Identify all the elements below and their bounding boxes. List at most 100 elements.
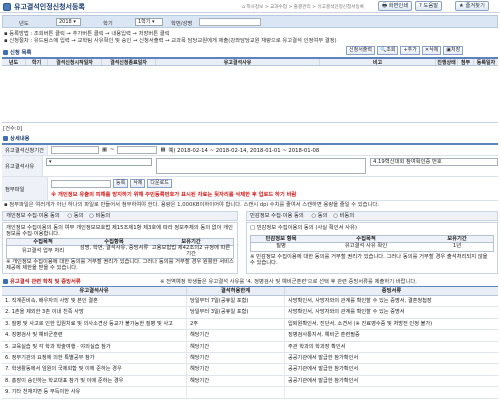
table-row: 1. 직계존비속, 배우자의 사망 및 본인 결혼 당일부터 7일(공휴일 포함)… bbox=[2, 296, 498, 308]
print-screen-button[interactable]: 🖶 화면인쇄 bbox=[378, 1, 413, 11]
table-cell bbox=[285, 387, 498, 397]
download-file-button[interactable]: 다운로드 bbox=[147, 179, 172, 188]
sensitive-consent-box: □ 민감정보 수집이용의 동의 (사실 확인서 사유) 민감정보 항목 수집목적… bbox=[246, 222, 498, 274]
table-cell: 해당기간 bbox=[187, 364, 285, 375]
column-header[interactable]: 비고 bbox=[320, 59, 436, 66]
period-label: 유고결석신청기간 bbox=[2, 145, 48, 155]
table-row: 4. 징병검사 및 예비군훈련 해당기간 징병검사통지서, 예비군 훈련필증 bbox=[2, 330, 498, 342]
table-row: 9. 기타 천재지변 등 부득이한 사유 bbox=[2, 387, 498, 399]
table-cell: 주관 학과의 학과장 확인서 bbox=[288, 343, 346, 350]
table-cell: 1. 직계존비속, 배우자의 사망 및 본인 결혼 bbox=[2, 296, 187, 307]
table-row: 8. 총장이 승인하는 학교대표 참가 및 이에 준하는 경우 해당기간 공공기관에… bbox=[2, 375, 498, 388]
search-bar: 년도 2018 ▾ 학기 1학기 ▾ 학번/성명 bbox=[2, 15, 498, 28]
table-cell: 8. 총장이 승인하는 학교대표 참가 및 이에 준하는 경우 bbox=[2, 375, 187, 387]
attach-file-input[interactable] bbox=[51, 179, 111, 188]
help-button[interactable]: ? 도움말 bbox=[415, 1, 443, 11]
favorite-button[interactable]: ★ 즐겨찾기 bbox=[455, 1, 489, 11]
table-cell: 공공기관에서 발급한 참가확인서 bbox=[288, 354, 359, 361]
print-application-button[interactable]: 신청서출력 bbox=[346, 46, 376, 55]
table-row: 5. 교육실습 및 각 학과 학술여행 · 야외실습 참가 해당기간 주관 학과의 … bbox=[2, 341, 498, 353]
table-cell: 사망확인서, 사망자와의 관계를 확인할 수 있는 증명서 bbox=[288, 309, 405, 316]
breadcrumb-item[interactable]: 출결관리 bbox=[294, 5, 311, 10]
sensitive-disagree-radio[interactable]: ○ 비동의 bbox=[333, 213, 354, 219]
table-cell: 5. 교육실습 및 각 학과 학술여행 · 야외실습 참가 bbox=[2, 341, 187, 352]
attach-label: 첨부파일 bbox=[2, 177, 48, 200]
student-label: 학번/성명 bbox=[171, 21, 193, 27]
table-cell: 6. 정부기관의 요청에 의한 특별공무 참가 bbox=[2, 352, 187, 364]
column-header[interactable]: 첨부 bbox=[458, 59, 474, 66]
personal-consent-table: 수집목적 수집항목 보유기간 유고결석 업무 처리 성명, 학번, 결석사유, … bbox=[6, 238, 234, 259]
rules-table-body: 1. 직계존비속, 배우자의 사망 및 본인 결혼 당일부터 7일(공휴일 포함)… bbox=[2, 296, 498, 399]
add-button[interactable]: +추가 bbox=[400, 46, 420, 55]
table-cell: 입퇴원확인서, 진단서, 소견서 (※ 진료영수증 및 처방전 인정 불가) bbox=[288, 320, 433, 327]
table-row: 7. 학생활동에서 임원의 국제회합 및 이에 준하는 경우 해당기간 공공기관에서… bbox=[2, 364, 498, 376]
year-label: 년도 bbox=[19, 21, 29, 27]
attach-note: ▪ 첨부파일은 여러개가 아닌 하나의 파일로 만들어서 첨부하여야 한다. 용… bbox=[4, 202, 379, 208]
consent-disagree-radio[interactable]: ○ 비동의 bbox=[89, 213, 110, 219]
table-row: 2. 1촌을 제외한 3촌 이내 친족 사망 당일부터 3일(공휴일 포함) 사망확… bbox=[2, 307, 498, 319]
column-header[interactable]: 유고결석사유 bbox=[156, 59, 320, 66]
period-start-input[interactable] bbox=[51, 146, 99, 154]
personal-consent-desc: 개인정보 수집이용의 동의 여부 개인정보보호법 제15조제1항 제3호에 따라… bbox=[6, 225, 233, 237]
reason-detail-input[interactable] bbox=[156, 158, 366, 174]
table-cell: 9. 기타 천재지변 등 부득이한 사유 bbox=[2, 387, 187, 398]
list-grid-header: 년도 학기 결석신청시작일자 결석신청종료일자 유고결석사유 비고 진행상태 첨… bbox=[2, 57, 498, 66]
table-cell bbox=[187, 387, 285, 398]
table-cell: 해당기간 bbox=[187, 341, 285, 352]
delete-button[interactable]: ✕삭제 bbox=[421, 46, 442, 55]
calendar-icon[interactable]: ▦ bbox=[102, 147, 107, 153]
period-end-input[interactable] bbox=[117, 146, 158, 154]
reason-row: 유고결석사유 ▾ 4.19혁신대회 참여확인증 번호 bbox=[2, 156, 498, 177]
register-file-button[interactable]: 등록 bbox=[113, 179, 129, 188]
table-cell: 당일부터 3일(공휴일 포함) bbox=[187, 307, 285, 318]
period-row: 유고결석신청기간 ▦ ~ ▦ 예) 2018-02-14 ~ 2018-02-1… bbox=[2, 145, 498, 156]
title-bar: 유고결석인정신청서등록 ⌂ 학사정보 > 교과수업 > 출결관리 > 유고결석인… bbox=[0, 0, 500, 13]
search-button[interactable]: 🔍조회 bbox=[377, 46, 399, 55]
column-header[interactable]: 학기 bbox=[26, 59, 48, 66]
column-header[interactable]: 등록일자 bbox=[474, 59, 498, 66]
sensitive-consent-foot: ※ 민감정보 수집이용에 대한 동의를 거부할 권리가 있습니다. 그러나 동의… bbox=[250, 254, 488, 266]
column-header[interactable]: 결석신청종료일자 bbox=[102, 59, 156, 66]
student-id-input[interactable] bbox=[199, 18, 261, 26]
table-cell: 공공기관에서 발급한 참가확인서 bbox=[288, 366, 359, 373]
list-toolbar: 신청서출력 🔍조회 +추가 ✕삭제 ▣저장 bbox=[346, 46, 464, 55]
table-row: 3. 질병 및 사고로 인한 입원치료 및 의사소견상 등교가 불가능한 질병 … bbox=[2, 318, 498, 331]
personal-consent-title: 개인정보 수집·이용 동의 bbox=[6, 213, 60, 219]
breadcrumb-item[interactable]: 교과수업 bbox=[270, 5, 287, 10]
table-cell: 사망확인서, 사망자와의 관계를 확인할 수 있는 증명서, 결혼청첩장 bbox=[288, 298, 432, 304]
table-cell: 7. 학생활동에서 임원의 국제회합 및 이에 준하는 경우 bbox=[2, 364, 187, 375]
rules-table-header: 유고결석사유 결석허용한계 증빙서류 bbox=[2, 286, 498, 296]
breadcrumb: ⌂ 학사정보 > 교과수업 > 출결관리 > 유고결석인정신청서등록 bbox=[242, 5, 364, 10]
detail-form: 유고결석신청기간 ▦ ~ ▦ 예) 2018-02-14 ~ 2018-02-1… bbox=[2, 143, 498, 201]
detail-section-title: 상세내용 bbox=[3, 134, 30, 142]
table-cell: 2. 1촌을 제외한 3촌 이내 친족 사망 bbox=[2, 307, 187, 318]
consent-agree-radio[interactable]: ○ 동의 bbox=[67, 213, 83, 219]
list-section-title: 신청 목록 bbox=[3, 48, 31, 56]
table-cell: 해당기간 bbox=[187, 330, 285, 341]
year-select[interactable]: 2018 ▾ bbox=[56, 18, 81, 26]
sensitive-consent-desc: □ 민감정보 수집이용의 동의 (사실 확인서 사유) bbox=[250, 225, 357, 231]
table-row: 6. 정부기관의 요청에 의한 특별공무 참가 해당기간 공공기관에서 발급한 참가… bbox=[2, 352, 498, 365]
table-cell: 2주 bbox=[187, 318, 285, 330]
delete-file-button[interactable]: 삭제 bbox=[130, 179, 146, 188]
sensitive-agree-radio[interactable]: ○ 동의 bbox=[311, 213, 327, 219]
period-example: 예) 2018-02-14 ~ 2018-02-14, 2018-01-01 ~… bbox=[168, 148, 320, 154]
column-header[interactable]: 년도 bbox=[2, 59, 26, 66]
reason-select[interactable]: ▾ bbox=[46, 158, 152, 166]
term-select[interactable]: 1학기 ▾ bbox=[135, 18, 163, 26]
table-cell: 해당기간 bbox=[187, 375, 285, 387]
save-button[interactable]: ▣저장 bbox=[443, 46, 464, 55]
breadcrumb-item[interactable]: 유고결석인정신청서등록 bbox=[317, 5, 364, 10]
table-cell: 당일부터 7일(공휴일 포함) bbox=[187, 296, 285, 307]
certificate-number-input[interactable]: 4.19혁신대회 참여확인증 번호 bbox=[370, 158, 498, 166]
column-header[interactable]: 진행상태 bbox=[436, 59, 458, 66]
calendar-icon[interactable]: ▦ bbox=[160, 147, 165, 153]
record-count: [건수:0] bbox=[3, 126, 23, 132]
breadcrumb-item[interactable]: 학사정보 bbox=[246, 5, 263, 10]
table-cell: 공공기관에서 발급한 참가확인서 bbox=[288, 377, 359, 384]
term-label: 학기 bbox=[103, 21, 113, 27]
page-title: 유고결석인정신청서등록 bbox=[14, 3, 85, 11]
column-header[interactable]: 결석신청시작일자 bbox=[48, 59, 102, 66]
rules-section-title: 유고결석 관련 학칙 및 증빙서류 bbox=[3, 277, 81, 285]
instructions: ▪ 등록방법 : 조회버튼 클릭 → 추가버튼 클릭 → 내용입력 → 저장버튼… bbox=[4, 31, 498, 44]
